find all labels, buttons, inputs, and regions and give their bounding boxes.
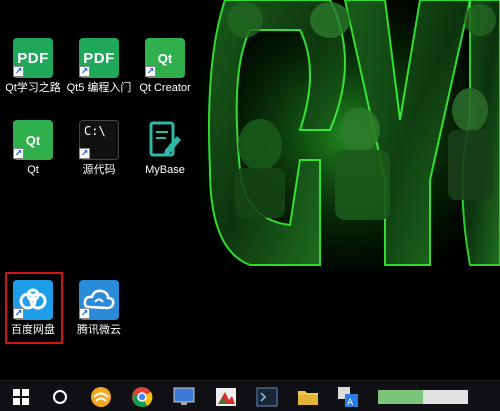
taskbar-chrome[interactable] [131, 386, 153, 408]
desktop-icon-label: Qt5 编程入门 [66, 82, 132, 94]
desktop-icon-label: Qt Creator [139, 82, 191, 94]
desktop-icon-label: MyBase [145, 164, 185, 176]
folder-icon [298, 391, 318, 405]
desktop-icon-label: 源代码 [82, 164, 116, 176]
translate-icon: A [338, 387, 358, 408]
shortcut-arrow-icon: ↗ [79, 308, 90, 319]
selection-highlight [5, 272, 63, 344]
terminal-icon [256, 387, 278, 407]
taskbar-progress-app[interactable] [378, 386, 468, 408]
desktop-icon-qt5-guide-pdf[interactable]: PDF ↗ Qt5 编程入门 [66, 34, 132, 108]
cmd-prompt-text: C:\ [84, 124, 106, 138]
desktop-icon-qt-study-pdf[interactable]: PDF ↗ Qt学习之路 [0, 34, 66, 108]
notebook-pen-icon [145, 120, 185, 160]
qt-logo-text: Qt [157, 50, 173, 66]
media-icon [216, 388, 236, 406]
progress-app-icon [378, 390, 468, 404]
desktop-icon-label: Qt [27, 164, 39, 176]
chrome-icon [132, 387, 153, 408]
taskbar-desktop-app[interactable] [173, 386, 195, 408]
taskbar-media-app[interactable] [215, 386, 237, 408]
taskbar-translator[interactable]: A [337, 386, 359, 408]
desktop-icon-mybase[interactable]: MyBase [132, 116, 198, 190]
desktop-icon-tencent-weiyun[interactable]: ↗ 腾讯微云 [66, 276, 132, 350]
taskbar: A [0, 380, 500, 411]
taskbar-file-explorer[interactable] [297, 386, 319, 408]
taskbar-browser[interactable] [90, 386, 112, 408]
shortcut-arrow-icon: ↗ [13, 66, 24, 77]
search-circle-icon [53, 390, 67, 404]
desktop-icon-label: Qt学习之路 [5, 82, 61, 94]
start-button[interactable] [10, 386, 32, 408]
desktop-icon-source-code[interactable]: C:\ ↗ 源代码 [66, 116, 132, 190]
shortcut-arrow-icon: ↗ [79, 66, 90, 77]
windows-logo-icon [13, 389, 29, 405]
shortcut-arrow-icon: ↗ [145, 66, 156, 77]
desktop-icon-qt[interactable]: Qt ↗ Qt [0, 116, 66, 190]
search-button[interactable] [49, 386, 71, 408]
svg-text:A: A [347, 398, 354, 408]
qt-logo-text: Qt [25, 132, 41, 148]
monitor-icon [173, 387, 195, 405]
taskbar-terminal-app[interactable] [256, 386, 278, 408]
desktop-icon-qt-creator[interactable]: Qt ↗ Qt Creator [132, 34, 198, 108]
shortcut-arrow-icon: ↗ [79, 148, 90, 159]
shortcut-arrow-icon: ↗ [13, 148, 24, 159]
desktop-icon-label: 腾讯微云 [77, 324, 121, 336]
browser-icon [91, 387, 111, 407]
